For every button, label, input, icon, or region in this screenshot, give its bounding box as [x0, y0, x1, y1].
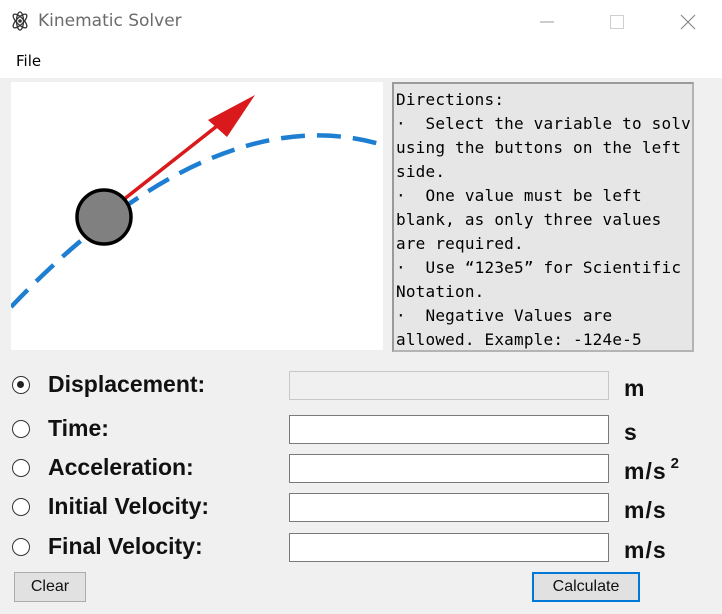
unit-displacement: m: [624, 375, 646, 401]
directions-line: side.: [396, 162, 446, 181]
velocity-arrow-head: [208, 95, 255, 137]
window-title: Kinematic Solver: [38, 11, 182, 31]
minimize-icon: [540, 21, 554, 23]
radio-final-velocity[interactable]: [12, 538, 30, 556]
input-time[interactable]: [289, 415, 609, 444]
unit-time: s: [624, 419, 638, 445]
title-bar: Kinematic Solver: [0, 0, 722, 44]
radio-time[interactable]: [12, 420, 30, 438]
directions-line: · Negative Values are: [396, 306, 613, 325]
trajectory-path: [11, 133, 383, 309]
label-initial-velocity: Initial Velocity:: [48, 493, 210, 519]
clear-button[interactable]: Clear: [14, 572, 86, 602]
directions-line: using the buttons on the left: [396, 138, 682, 157]
maximize-button[interactable]: [594, 0, 640, 44]
row-time: Time: s: [0, 413, 722, 447]
input-initial-velocity[interactable]: [289, 493, 609, 522]
close-button[interactable]: [665, 0, 711, 44]
menu-file[interactable]: File: [16, 52, 41, 70]
directions-line: · Use “123e5” for Scientific: [396, 258, 682, 277]
radio-acceleration[interactable]: [12, 459, 30, 477]
directions-line: allowed. Example: -124e-5: [396, 330, 642, 349]
radio-displacement[interactable]: [12, 376, 30, 394]
close-icon: [680, 14, 696, 30]
label-time: Time:: [48, 415, 109, 441]
calculate-button[interactable]: Calculate: [532, 572, 640, 602]
directions-line: · One value must be left: [396, 186, 642, 205]
row-acceleration: Acceleration: m/s 2: [0, 452, 722, 486]
projectile-illustration: [11, 82, 383, 350]
row-initial-velocity: Initial Velocity: m/s: [0, 491, 722, 525]
row-final-velocity: Final Velocity: m/s: [0, 531, 722, 565]
radio-initial-velocity[interactable]: [12, 498, 30, 516]
maximize-icon: [610, 15, 624, 29]
input-acceleration[interactable]: [289, 454, 609, 483]
unit-initial-velocity: m/s: [624, 497, 667, 523]
unit-final-velocity: m/s: [624, 537, 667, 563]
row-displacement: Displacement: m: [0, 369, 722, 403]
projectile-ball: [75, 188, 133, 246]
directions-line: Notation.: [396, 282, 485, 301]
directions-line: blank, as only three values: [396, 210, 662, 229]
menu-bar: File: [0, 44, 722, 78]
input-final-velocity[interactable]: [289, 533, 609, 562]
directions-line: Directions:: [396, 90, 505, 109]
directions-line: · Select the variable to solve: [396, 114, 694, 133]
label-final-velocity: Final Velocity:: [48, 533, 203, 559]
label-acceleration: Acceleration:: [48, 454, 194, 480]
directions-line: are required.: [396, 234, 524, 253]
atom-icon: [12, 11, 28, 31]
unit-acceleration: m/s 2: [624, 455, 680, 484]
trajectory-diagram: [11, 95, 383, 309]
label-displacement: Displacement:: [48, 371, 206, 397]
minimize-button[interactable]: [524, 0, 570, 44]
unit-exponent: 2: [670, 455, 680, 472]
input-displacement[interactable]: [289, 371, 609, 400]
directions-panel: Directions: · Select the variable to sol…: [392, 82, 694, 352]
